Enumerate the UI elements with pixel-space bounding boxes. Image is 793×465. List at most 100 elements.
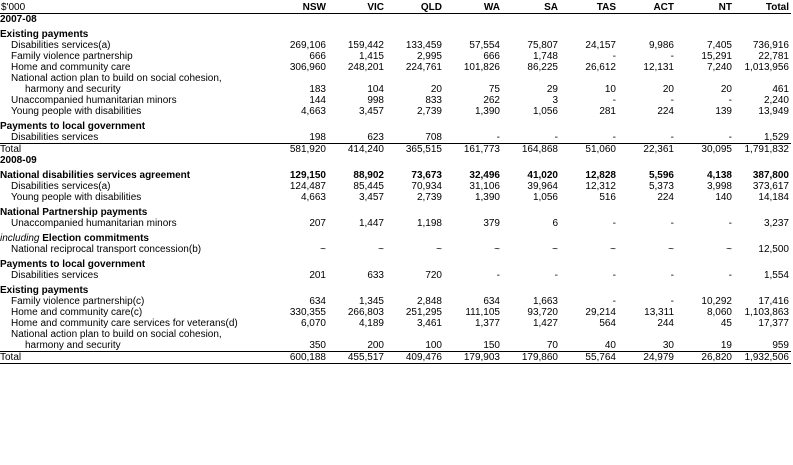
cell-wa: 262 bbox=[483, 95, 500, 106]
row-label: Disabilities services(a) bbox=[11, 181, 111, 192]
cell-wa: ~ bbox=[494, 244, 500, 255]
cell-act: 12,131 bbox=[643, 62, 674, 73]
row-label: Disabilities services bbox=[11, 132, 99, 143]
cell-vic: 248,201 bbox=[347, 62, 384, 73]
cell-total: 959 bbox=[772, 340, 789, 351]
cell-nt bbox=[676, 73, 734, 84]
column-header-nt: NT bbox=[676, 0, 734, 14]
cell-total bbox=[734, 229, 791, 244]
cell-total: 387,800 bbox=[752, 170, 789, 181]
cell-nsw bbox=[270, 25, 328, 40]
cell-total: 1,529 bbox=[763, 132, 789, 143]
table-row: Family violence partnership(c) 634 1,345 2,… bbox=[0, 296, 791, 307]
table-row-continuation: harmony and security 183 104 20 75 29 10 20 20 46… bbox=[0, 84, 791, 95]
row-label: Existing payments bbox=[0, 285, 89, 296]
cell-nt: - bbox=[728, 95, 732, 106]
cell-qld: 20 bbox=[430, 84, 442, 95]
cell-wa: 150 bbox=[483, 340, 500, 351]
cell-nt bbox=[676, 329, 734, 340]
cell-wa: 75 bbox=[488, 84, 500, 95]
cell-act bbox=[618, 203, 676, 218]
cell-wa bbox=[444, 25, 502, 40]
cell-nsw bbox=[270, 73, 328, 84]
cell-total: 17,377 bbox=[758, 318, 789, 329]
cell-vic: 455,517 bbox=[328, 351, 386, 364]
table-row: Home and community care(c) 330,355 266,803… bbox=[0, 307, 791, 318]
row-label: Total bbox=[0, 143, 270, 155]
cell-act: 224 bbox=[657, 106, 674, 117]
total-row: Total 600,188 455,517 409,476 179,903 179,860… bbox=[0, 351, 791, 364]
row-label: 2007-08 bbox=[0, 14, 37, 25]
cell-nt: 7,240 bbox=[706, 62, 732, 73]
cell-nsw: ~ bbox=[320, 244, 326, 255]
cell-nt: 19 bbox=[720, 340, 732, 351]
cell-vic: 623 bbox=[367, 132, 384, 143]
row-label: Home and community care services for vet… bbox=[11, 318, 238, 329]
cell-vic: ~ bbox=[378, 244, 384, 255]
cell-sa: - bbox=[554, 270, 558, 281]
cell-nt: 4,138 bbox=[706, 170, 732, 181]
cell-tas bbox=[560, 329, 618, 340]
cell-vic: 414,240 bbox=[328, 143, 386, 155]
cell-total bbox=[734, 117, 791, 132]
cell-vic bbox=[328, 281, 386, 296]
cell-tas: 24,157 bbox=[585, 40, 616, 51]
total-row: Total 581,920 414,240 365,515 161,773 164,868… bbox=[0, 143, 791, 155]
cell-total: 17,416 bbox=[758, 296, 789, 307]
cell-vic: 159,442 bbox=[347, 40, 384, 51]
cell-total: 1,103,863 bbox=[744, 307, 790, 318]
column-header-vic: VIC bbox=[328, 0, 386, 14]
cell-act: - bbox=[670, 296, 674, 307]
cell-tas: 29,214 bbox=[585, 307, 616, 318]
column-header-wa: WA bbox=[444, 0, 502, 14]
cell-nt: 3,998 bbox=[706, 181, 732, 192]
cell-sa: 1,056 bbox=[532, 192, 558, 203]
cell-sa bbox=[502, 203, 560, 218]
cell-qld: 2,848 bbox=[416, 296, 442, 307]
row-label: National disabilities services agreement bbox=[0, 170, 191, 181]
cell-wa bbox=[444, 117, 502, 132]
cell-wa bbox=[444, 329, 502, 340]
cell-sa bbox=[502, 117, 560, 132]
cell-total: 373,617 bbox=[752, 181, 789, 192]
year-heading-row: 2007-08 bbox=[0, 14, 791, 26]
section-heading-row: National disabilities services agreement… bbox=[0, 166, 791, 181]
cell-tas: - bbox=[612, 95, 616, 106]
table-row-continuation: harmony and security 350 200 100 150 70 40 30 19… bbox=[0, 340, 791, 352]
cell-act: 13,311 bbox=[644, 307, 674, 318]
table-row: Unaccompanied humanitarian minors 207 1,44… bbox=[0, 218, 791, 229]
cell-act: 244 bbox=[657, 318, 674, 329]
cell-act bbox=[618, 281, 676, 296]
cell-nt: 20 bbox=[720, 84, 732, 95]
cell-nt bbox=[676, 229, 734, 244]
cell-wa: 101,826 bbox=[463, 62, 500, 73]
cell-sa: ~ bbox=[552, 244, 558, 255]
cell-vic: 998 bbox=[367, 95, 384, 106]
cell-total: 14,184 bbox=[758, 192, 789, 203]
cell-tas: 12,312 bbox=[585, 181, 616, 192]
cell-nt: ~ bbox=[726, 244, 732, 255]
cell-sa: 86,225 bbox=[527, 62, 558, 73]
cell-act: - bbox=[670, 51, 674, 62]
cell-nt: - bbox=[728, 132, 732, 143]
section-heading-row: including Election commitments bbox=[0, 229, 791, 244]
cell-qld: 100 bbox=[425, 340, 442, 351]
year-heading-row: 2008-09 bbox=[0, 155, 791, 166]
cell-qld: 833 bbox=[425, 95, 442, 106]
table-row: Family violence partnership 666 1,415 2,995… bbox=[0, 51, 791, 62]
cell-act bbox=[618, 117, 676, 132]
cell-wa: 1,390 bbox=[474, 192, 500, 203]
column-header-qld: QLD bbox=[386, 0, 444, 14]
cell-qld bbox=[386, 255, 444, 270]
cell-total: 736,916 bbox=[752, 40, 789, 51]
cell-act: 9,986 bbox=[648, 40, 674, 51]
cell-total bbox=[734, 329, 791, 340]
row-label: Payments to local government bbox=[0, 121, 146, 132]
cell-wa: 57,554 bbox=[469, 40, 500, 51]
section-heading-row: Payments to local government bbox=[0, 255, 791, 270]
cell-total bbox=[734, 25, 791, 40]
cell-sa bbox=[502, 25, 560, 40]
cell-tas: 40 bbox=[604, 340, 616, 351]
cell-qld: ~ bbox=[436, 244, 442, 255]
row-label: National reciprocal transport concession… bbox=[11, 244, 202, 255]
